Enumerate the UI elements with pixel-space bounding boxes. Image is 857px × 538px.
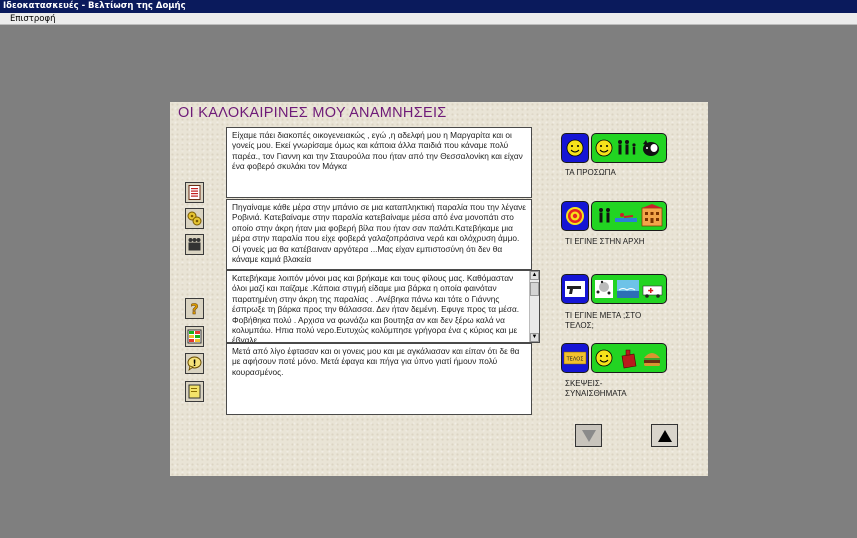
ambulance-icon [642,285,663,298]
arrow-up-icon [657,429,672,442]
family-icon [618,140,636,155]
note-button[interactable] [185,381,204,402]
svg-text:!: ! [192,359,196,369]
story-paragraph-2[interactable]: Πηγαίναμε κάθε μέρα στην μπάνιο σε μια κ… [226,199,532,270]
exclamation-button[interactable]: ! [185,353,204,374]
previous-button[interactable] [651,424,678,447]
story-paragraph-3[interactable]: Κατεβήκαμε λοιπόν μόνοι μας και βρήκαμε … [226,270,540,343]
smiley-icon [595,139,613,157]
children-icon [599,208,610,223]
gears-icon [187,211,202,226]
smiley-icon [566,139,584,157]
gears-button[interactable] [185,208,204,229]
question-icon: ? [190,302,199,316]
people-button[interactable] [185,234,204,255]
arrow-down-icon [581,429,596,442]
category-persons-button[interactable] [561,133,589,163]
menu-bar: Επιστροφή [0,13,857,25]
story-paragraph-4[interactable]: Μετά από λίγο έφτασαν και οι γονεις μου … [226,343,532,415]
category-feelings-button[interactable]: ΤΕΛΟΣ [561,343,589,373]
main-panel: ΟΙ ΚΑΛΟΚΑΙΡΙΝΕΣ ΜΟΥ ΑΝΑΜΝΗΣΕΙΣ ? ! Είχαμ… [170,102,708,476]
gun-icon [565,281,585,297]
page-title: ΟΙ ΚΑΛΟΚΑΙΡΙΝΕΣ ΜΟΥ ΑΝΑΜΝΗΣΕΙΣ [178,105,447,121]
telos-badge-text: ΤΕΛΟΣ [566,357,584,363]
burger-icon [644,353,660,366]
category-beginning-button[interactable] [561,201,589,231]
exclamation-bubble-icon: ! [187,356,202,371]
persons-icons [595,139,659,157]
story-paragraph-3-text: Κατεβήκαμε λοιπόν μόνοι μας και βρήκαμε … [232,273,520,343]
chart-button[interactable] [185,326,204,347]
beginning-icons [599,204,663,227]
swimmer-icon [615,213,637,222]
people-icon [188,238,201,251]
sea-icon [617,280,639,298]
svg-text:?: ? [190,302,198,316]
colored-grid-icon [187,329,202,344]
end-icons [595,280,663,298]
category-feelings-label: ΣΚΕΨΕΙΣ-ΣΥΝΑΙΣΘΗΜΑΤΑ [565,379,627,398]
category-beginning-items[interactable] [591,201,667,231]
notes-icon [188,185,201,200]
feelings-icons [595,349,660,369]
notes-button[interactable] [185,182,204,203]
scroll-up-arrow-icon[interactable]: ▲ [530,271,539,280]
target-icon [566,207,584,225]
category-persons-items[interactable] [591,133,667,163]
beach-people-icon [595,280,613,298]
menu-item-back[interactable]: Επιστροφή [0,14,55,24]
scroll-down-arrow-icon[interactable]: ▼ [530,333,539,342]
note-icon [188,384,201,399]
bag-icon [621,349,637,369]
category-persons-label: ΤΑ ΠΡΟΣΩΠΑ [565,168,616,177]
category-feelings-items[interactable] [591,343,667,373]
category-end-button[interactable] [561,274,589,304]
scrollbar[interactable]: ▲ ▼ [529,271,539,342]
villa-icon [641,204,663,227]
category-beginning-label: ΤΙ ΕΓΙΝΕ ΣΤΗΝ ΑΡΧΗ [565,237,645,246]
telos-icon: ΤΕΛΟΣ [563,351,587,365]
window-title: Ιδεοκατασκευές - Βελτίωση της Δομής [3,1,186,11]
question-button[interactable]: ? [185,298,204,319]
category-end-label: ΤΙ ΕΓΙΝΕ ΜΕΤΑ ;ΣΤΟ ΤΕΛΟΣ; [565,311,642,330]
smiley-icon [595,349,613,367]
category-end-items[interactable] [591,274,667,304]
next-button[interactable] [575,424,602,447]
dog-icon [643,140,659,156]
scroll-thumb[interactable] [530,282,539,296]
story-paragraph-1[interactable]: Είχαμε πάει διακοπές οικογενειακώς , εγώ… [226,127,532,198]
window-title-bar: Ιδεοκατασκευές - Βελτίωση της Δομής [0,0,857,13]
